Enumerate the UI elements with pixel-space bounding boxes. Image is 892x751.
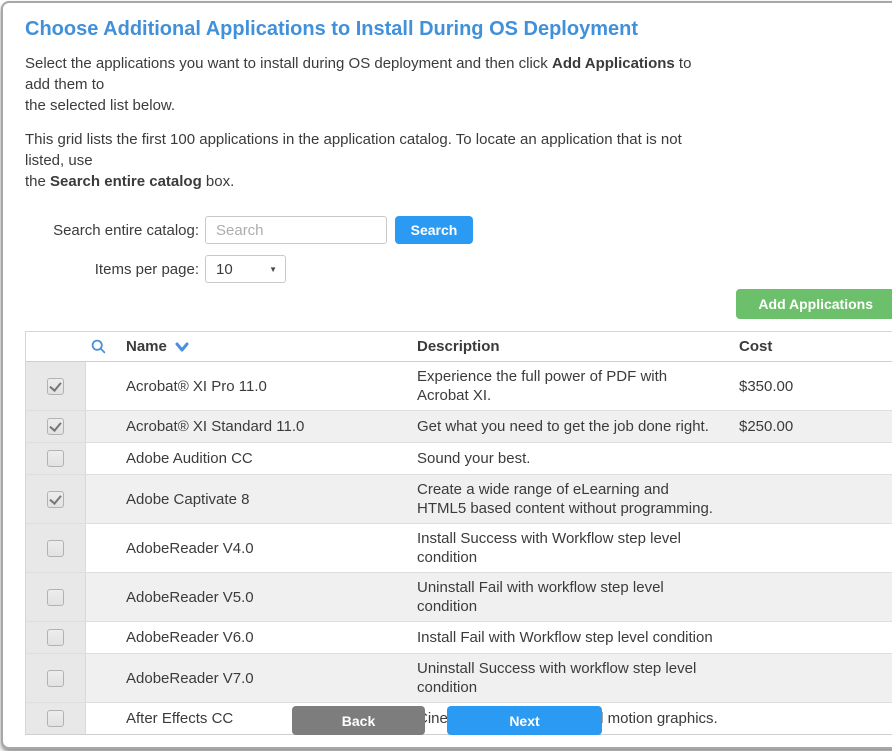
row-select-cell	[26, 475, 86, 523]
table-row[interactable]: AdobeReader V5.0 Uninstall Fail with wor…	[26, 573, 892, 622]
application-name: Adobe Audition CC	[86, 443, 417, 474]
grid-header-description: Description	[417, 332, 739, 361]
grid-header-name[interactable]: Name	[86, 332, 417, 361]
row-select-cell	[26, 524, 86, 572]
application-description: Get what you need to get the job done ri…	[417, 411, 739, 442]
search-label: Search entire catalog:	[25, 222, 199, 239]
row-checkbox[interactable]	[47, 378, 64, 395]
table-row[interactable]: Acrobat® XI Pro 11.0 Experience the full…	[26, 362, 892, 411]
application-description: Sound your best.	[417, 443, 739, 474]
wizard-page: Choose Additional Applications to Instal…	[1, 1, 892, 749]
row-checkbox[interactable]	[47, 450, 64, 467]
application-name: AdobeReader V7.0	[86, 654, 417, 702]
search-input[interactable]	[205, 216, 387, 244]
applications-grid: Name Description Cost Acrobat® XI Pro 11…	[25, 331, 892, 735]
table-row[interactable]: Adobe Captivate 8 Create a wide range of…	[26, 475, 892, 524]
items-per-page-select[interactable]: 10 ▼	[205, 255, 286, 283]
application-cost	[739, 524, 892, 572]
row-select-cell	[26, 443, 86, 474]
back-button[interactable]: Back	[292, 706, 425, 735]
application-description: Experience the full power of PDF with Ac…	[417, 362, 739, 410]
application-description: Uninstall Fail with workflow step level …	[417, 573, 739, 621]
items-per-page-label: Items per page:	[25, 261, 199, 278]
next-button[interactable]: Next	[447, 706, 602, 735]
add-applications-row: Add Applications	[25, 289, 892, 319]
row-select-cell	[26, 573, 86, 621]
application-cost	[739, 443, 892, 474]
search-button[interactable]: Search	[395, 216, 473, 244]
application-name: Adobe Captivate 8	[86, 475, 417, 523]
table-row[interactable]: AdobeReader V7.0 Uninstall Success with …	[26, 654, 892, 703]
items-per-page-value: 10	[216, 261, 233, 278]
table-row[interactable]: Acrobat® XI Standard 11.0 Get what you n…	[26, 411, 892, 443]
row-select-cell	[26, 654, 86, 702]
application-name: AdobeReader V4.0	[86, 524, 417, 572]
table-body: Acrobat® XI Pro 11.0 Experience the full…	[26, 362, 892, 734]
application-description: Install Success with Workflow step level…	[417, 524, 739, 572]
application-cost	[739, 654, 892, 702]
application-cost: $250.00	[739, 411, 892, 442]
row-checkbox[interactable]	[47, 491, 64, 508]
table-row[interactable]: AdobeReader V6.0 Install Fail with Workf…	[26, 622, 892, 654]
application-name: Acrobat® XI Pro 11.0	[86, 362, 417, 410]
application-description: Install Fail with Workflow step level co…	[417, 622, 739, 653]
items-per-page-row: Items per page: 10 ▼	[25, 255, 892, 283]
application-name: AdobeReader V5.0	[86, 573, 417, 621]
row-checkbox[interactable]	[47, 589, 64, 606]
intro-text: Select the applications you want to inst…	[25, 53, 705, 116]
application-cost: $350.00	[739, 362, 892, 410]
row-select-cell	[26, 411, 86, 442]
grid-header-cost: Cost	[739, 332, 892, 361]
table-row[interactable]: Adobe Audition CC Sound your best.	[26, 443, 892, 475]
table-row[interactable]: AdobeReader V4.0 Install Success with Wo…	[26, 524, 892, 573]
row-select-cell	[26, 362, 86, 410]
row-checkbox[interactable]	[47, 670, 64, 687]
row-checkbox[interactable]	[47, 540, 64, 557]
search-row: Search entire catalog: Search	[25, 216, 892, 244]
row-checkbox[interactable]	[47, 629, 64, 646]
application-name: AdobeReader V6.0	[86, 622, 417, 653]
wizard-footer: Back Next	[3, 706, 892, 735]
sort-descending-chevron-icon	[175, 342, 189, 352]
grid-note-text: This grid lists the first 100 applicatio…	[25, 129, 705, 192]
row-select-cell	[26, 622, 86, 653]
add-applications-button[interactable]: Add Applications	[736, 289, 892, 319]
application-cost	[739, 475, 892, 523]
page-title: Choose Additional Applications to Instal…	[25, 18, 892, 41]
dropdown-caret-icon: ▼	[269, 265, 277, 274]
grid-header-select-column	[26, 332, 86, 361]
search-icon[interactable]	[91, 339, 106, 358]
row-checkbox[interactable]	[47, 418, 64, 435]
application-cost	[739, 622, 892, 653]
application-cost	[739, 573, 892, 621]
application-description: Create a wide range of eLearning and HTM…	[417, 475, 739, 523]
application-description: Uninstall Success with workflow step lev…	[417, 654, 739, 702]
grid-header-row: Name Description Cost	[26, 332, 892, 362]
application-name: Acrobat® XI Standard 11.0	[86, 411, 417, 442]
